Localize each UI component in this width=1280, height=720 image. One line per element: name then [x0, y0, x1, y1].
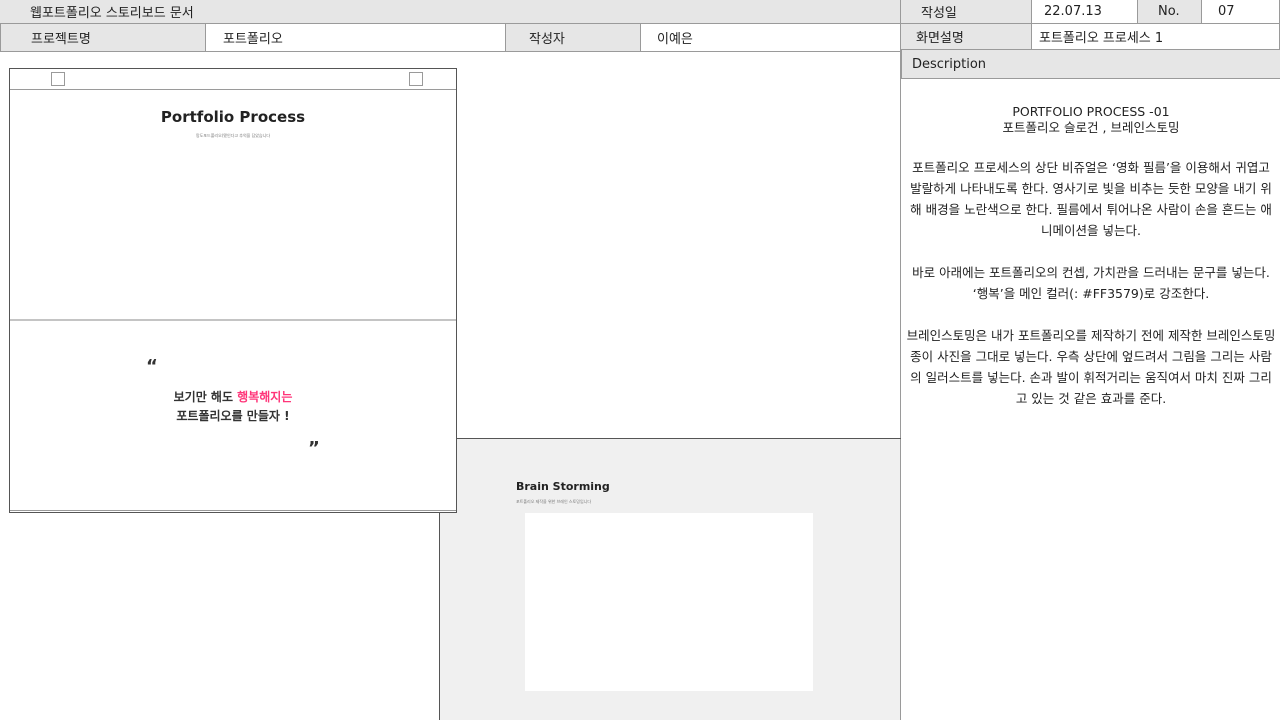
- brainstorming-image-placeholder: [525, 513, 813, 691]
- brainstorming-title: Brain Storming: [516, 480, 610, 493]
- date-label: 작성일: [901, 0, 1032, 24]
- description-title-line2: 포트폴리오 슬로건 , 브레인스토밍: [1002, 120, 1180, 135]
- description-paragraph-3: 브레인스토밍은 내가 포트폴리오를 제작하기 전에 제작한 브레인스토밍 종이 …: [906, 328, 1276, 406]
- slogan-line-1: 보기만 해도 행복해지는: [10, 388, 456, 405]
- slogan-highlight: 행복해지는: [237, 390, 293, 404]
- project-value: 포트폴리오: [206, 24, 506, 52]
- brainstorming-frame-top-border: [457, 438, 901, 439]
- screen-value: 포트폴리오 프로세스 1: [1032, 24, 1280, 50]
- close-quote-icon: ”: [308, 438, 320, 459]
- description-title: PORTFOLIO PROCESS -01 포트폴리오 슬로건 , 브레인스토밍: [905, 104, 1277, 136]
- checkbox-icon[interactable]: [409, 72, 423, 86]
- no-value: 07: [1202, 0, 1280, 24]
- no-label: No.: [1138, 0, 1202, 24]
- portfolio-process-title: Portfolio Process: [160, 108, 306, 126]
- author-label: 작성자: [506, 24, 641, 52]
- checkbox-icon[interactable]: [51, 72, 65, 86]
- slogan-line-2: 포트폴리오를 만들자 !: [176, 409, 290, 423]
- screen-label: 화면설명: [901, 24, 1032, 50]
- panel-divider: [900, 0, 901, 720]
- description-paragraph-1: 포트폴리오 프로세스의 상단 비쥬얼은 ‘영화 필름’을 이용해서 귀엽고 발랄…: [910, 160, 1272, 238]
- frame-top-divider: [10, 89, 456, 90]
- document-title: 웹포트폴리오 스토리보드 문서: [30, 6, 194, 21]
- description-body: PORTFOLIO PROCESS -01 포트폴리오 슬로건 , 브레인스토밍…: [905, 104, 1277, 430]
- author-value: 이예은: [641, 24, 901, 52]
- brainstorming-subtitle: 포트폴리오 제작을 위한 브레인 스토밍입니다: [516, 499, 592, 504]
- description-heading: Description: [901, 50, 1280, 79]
- frame-bottom-divider: [10, 510, 456, 511]
- portfolio-process-subtitle: 망도포드폴리오(됐인다고 추억을 담았습니다: [195, 133, 271, 138]
- description-paragraph-2: 바로 아래에는 포트폴리오의 컨셉, 가치관을 드러내는 문구를 넣는다. ‘행…: [912, 265, 1270, 301]
- brainstorming-frame-left-border: [439, 513, 440, 720]
- open-quote-icon: “: [146, 356, 158, 377]
- slogan-text: 보기만 해도: [173, 390, 238, 404]
- section-divider: [10, 319, 456, 321]
- description-title-line1: PORTFOLIO PROCESS -01: [1012, 104, 1170, 119]
- project-label: 프로젝트명: [0, 24, 206, 52]
- date-value: 22.07.13: [1032, 0, 1138, 24]
